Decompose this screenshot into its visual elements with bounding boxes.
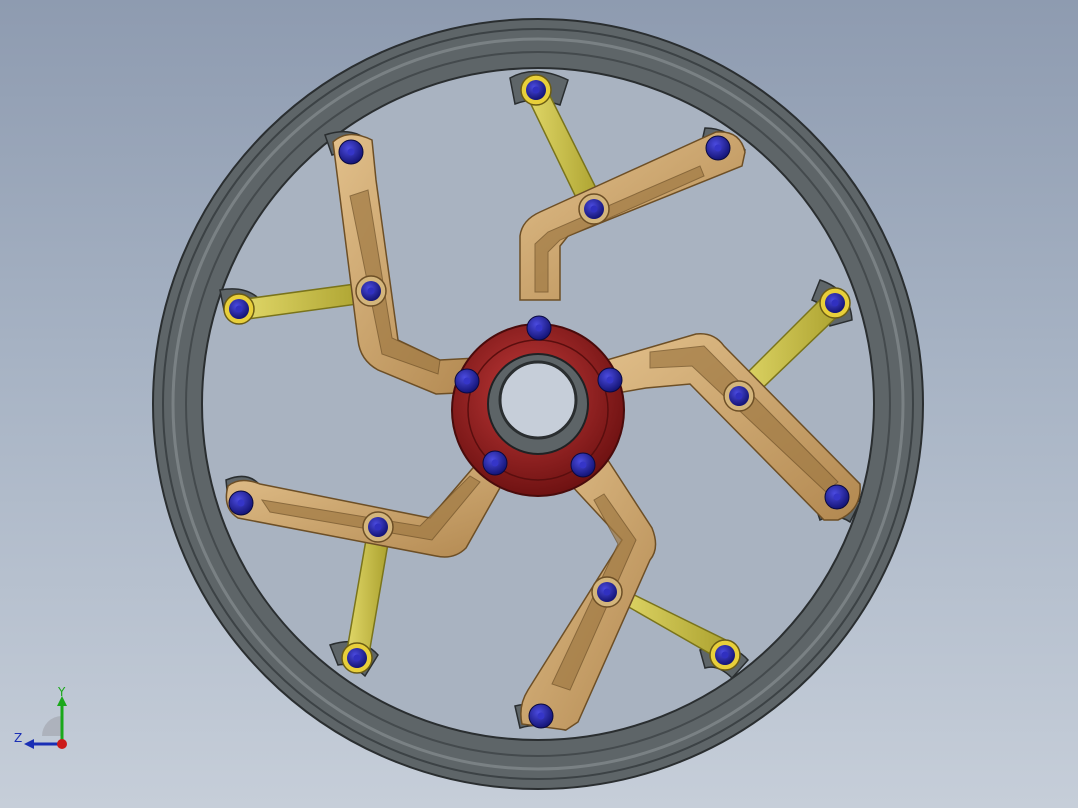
origin-icon bbox=[57, 739, 67, 749]
bolt bbox=[355, 275, 387, 307]
bolt bbox=[723, 380, 755, 412]
bolt bbox=[228, 490, 254, 516]
z-axis-label: Z bbox=[14, 731, 22, 745]
graphics-viewport[interactable]: Y Z bbox=[0, 0, 1078, 808]
bolt bbox=[570, 452, 596, 478]
bolt bbox=[482, 450, 508, 476]
bolt bbox=[578, 193, 610, 225]
bolt bbox=[362, 511, 394, 543]
bolt bbox=[338, 139, 364, 165]
bolt bbox=[597, 367, 623, 393]
triad-plane-icon bbox=[42, 716, 62, 736]
hub[interactable] bbox=[451, 323, 625, 497]
bolt bbox=[341, 642, 373, 674]
bolt bbox=[528, 703, 554, 729]
wheel-model[interactable] bbox=[0, 0, 1078, 808]
bolt bbox=[526, 315, 552, 341]
bolt bbox=[454, 368, 480, 394]
hub-bore bbox=[498, 360, 578, 440]
bolt bbox=[819, 287, 851, 319]
bolt bbox=[223, 293, 255, 325]
bolt bbox=[520, 74, 552, 106]
bolt bbox=[709, 639, 741, 671]
y-axis-label: Y bbox=[57, 686, 66, 699]
orientation-triad[interactable]: Y Z bbox=[10, 686, 82, 756]
z-arrow-icon bbox=[24, 739, 34, 749]
bolt bbox=[705, 135, 731, 161]
bolt bbox=[591, 576, 623, 608]
bolt bbox=[824, 484, 850, 510]
